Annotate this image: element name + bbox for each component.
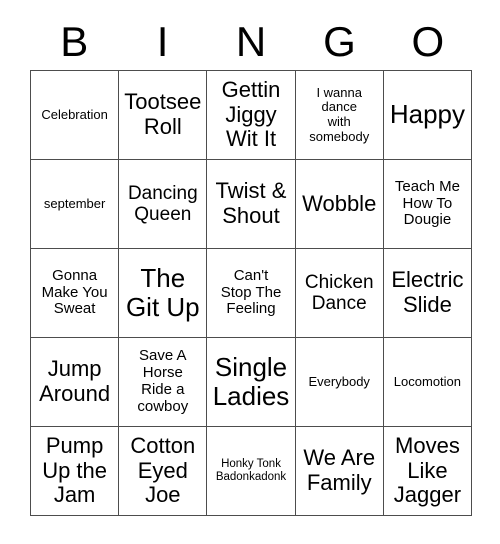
bingo-header-letter-o: O [411,18,445,65]
bingo-cell-r1c4[interactable]: I wanna dance with somebody [295,71,384,160]
bingo-cell-label: Tootsee Roll [124,89,202,139]
bingo-cell-r5c1[interactable]: Pump Up the Jam [31,427,120,516]
bingo-cell-label: Celebration [41,106,108,122]
bingo-cell-r4c4[interactable]: Everybody [295,338,384,427]
bingo-cell-label: Gettin Jiggy Wit It [221,77,281,152]
bingo-grid: Celebration Tootsee Roll Gettin Jiggy Wi… [30,70,473,516]
bingo-cell-r3c5[interactable]: Electric Slide [383,249,473,338]
bingo-cell-label: Chicken Dance [304,271,374,314]
bingo-row: Gonna Make You Sweat The Git Up Can't St… [31,249,473,338]
bingo-row: Jump Around Save A Horse Ride a cowboy S… [31,338,473,427]
bingo-cell-r2c1[interactable]: september [31,160,120,249]
bingo-cell-r2c2[interactable]: Dancing Queen [119,160,208,249]
bingo-row: september Dancing Queen Twist & Shout Wo… [31,160,473,249]
bingo-cell-r4c1[interactable]: Jump Around [31,338,120,427]
bingo-cell-label: Jump Around [39,356,111,406]
bingo-cell-label: Locomotion [393,373,462,389]
bingo-cell-label: Everybody [308,373,370,389]
bingo-cell-r1c5[interactable]: Happy [383,71,473,160]
bingo-cell-label: Save A Horse Ride a cowboy [137,347,189,415]
bingo-cell-label: Happy [389,99,465,130]
bingo-cell-r1c3[interactable]: Gettin Jiggy Wit It [207,71,296,160]
bingo-cell-r3c2[interactable]: The Git Up [119,249,208,338]
bingo-cell-label: I wanna dance with somebody [309,84,370,144]
bingo-cell-label: The Git Up [125,262,200,322]
bingo-cell-r3c3[interactable]: Can't Stop The Feeling [207,249,296,338]
bingo-cell-r5c3[interactable]: Honky Tonk Badonkadonk [207,427,296,516]
bingo-cell-label: Can't Stop The Feeling [220,266,282,318]
bingo-cell-r4c3[interactable]: Single Ladies [207,338,296,427]
bingo-cell-label: Electric Slide [391,267,464,317]
bingo-cell-r2c4[interactable]: Wobble [295,160,384,249]
bingo-cell-r5c4[interactable]: We Are Family [295,427,384,516]
bingo-cell-label: Honky Tonk Badonkadonk [215,458,287,483]
bingo-cell-r3c1[interactable]: Gonna Make You Sweat [31,249,120,338]
bingo-cell-label: september [43,195,106,211]
bingo-cell-r5c5[interactable]: Moves Like Jagger [383,427,473,516]
bingo-cell-label: We Are Family [303,445,376,495]
bingo-cell-r1c1[interactable]: Celebration [31,71,120,160]
bingo-cell-r4c5[interactable]: Locomotion [383,338,473,427]
bingo-cell-r4c2[interactable]: Save A Horse Ride a cowboy [119,338,208,427]
bingo-header-letter-i: I [156,18,169,65]
bingo-header-letter-g: G [323,18,356,65]
bingo-cell-label: Wobble [302,190,377,216]
bingo-cell-r3c4[interactable]: Chicken Dance [295,249,384,338]
bingo-cell-r2c5[interactable]: Teach Me How To Dougie [383,160,473,249]
bingo-cell-r1c2[interactable]: Tootsee Roll [119,71,208,160]
bingo-cell-label: Cotton Eyed Joe [130,433,196,508]
bingo-cell-label: Gonna Make You Sweat [41,266,108,318]
bingo-header: B I N G O [30,14,472,70]
bingo-cell-label: Twist & Shout [215,178,287,228]
bingo-header-letter-n: N [235,18,267,65]
bingo-card: B I N G O Celebration Tootsee Roll Getti… [0,0,500,544]
bingo-cell-label: Single Ladies [212,351,290,411]
bingo-cell-label: Pump Up the Jam [42,433,108,508]
bingo-cell-label: Dancing Queen [127,182,198,225]
bingo-row: Pump Up the Jam Cotton Eyed Joe Honky To… [31,427,473,516]
bingo-row: Celebration Tootsee Roll Gettin Jiggy Wi… [31,71,473,160]
bingo-cell-label: Teach Me How To Dougie [394,177,460,229]
bingo-cell-r2c3[interactable]: Twist & Shout [207,160,296,249]
bingo-header-letter-b: B [60,18,89,65]
bingo-cell-label: Moves Like Jagger [393,433,462,508]
bingo-cell-r5c2[interactable]: Cotton Eyed Joe [119,427,208,516]
